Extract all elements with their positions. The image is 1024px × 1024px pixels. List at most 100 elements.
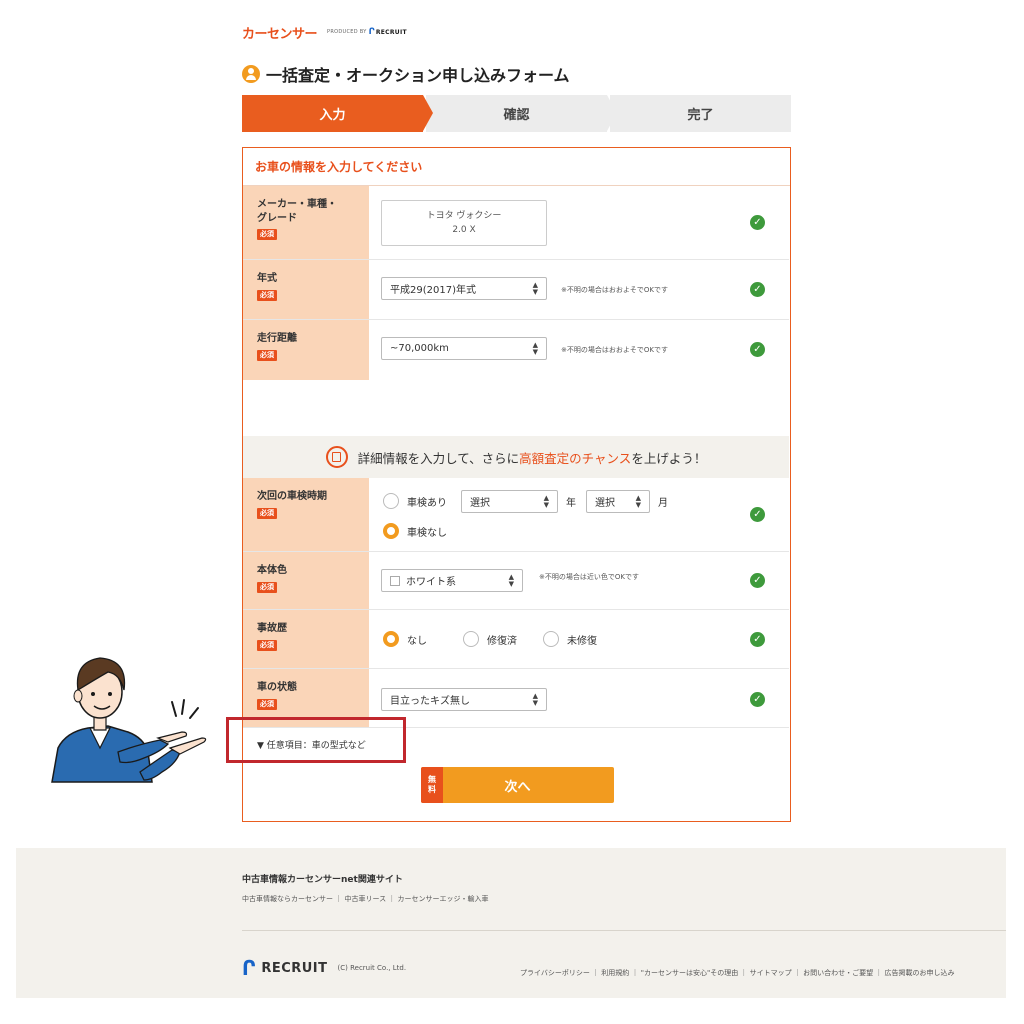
free-badge-line2: 料	[428, 785, 436, 794]
inspection-month-select[interactable]: 選択 ▲ ▼	[586, 490, 650, 513]
page-title-row: 一括査定・オークション申し込みフォーム	[242, 62, 570, 86]
accident-label: 事故歴 必須	[243, 610, 369, 668]
row-accident: 事故歴 必須 なし 修復済 未修復 ✓	[243, 610, 789, 669]
produced-by: PRODUCED BY Ր RECRUIT	[327, 27, 407, 37]
highlight-annotation-box	[226, 717, 406, 763]
check-icon: ✓	[750, 507, 765, 522]
row-color: 本体色 必須 ホワイト系 ▲ ▼ ※不明の場合は近い色でOKです ✓	[243, 552, 789, 610]
maker-label-line1: メーカー・車種・	[257, 199, 337, 210]
inspection-yes-radio[interactable]: 車検あり	[383, 493, 447, 509]
inspection-year-select[interactable]: 選択 ▲ ▼	[461, 490, 558, 513]
required-badge: 必須	[257, 349, 277, 361]
step-input-label: 入力	[319, 108, 346, 123]
detail-banner-highlight: 高額査定のチャンス	[519, 450, 632, 466]
accident-none-label: なし	[407, 635, 427, 647]
recruit-mini-text: RECRUIT	[375, 28, 407, 36]
maker-content: トヨタ ヴォクシー 2.0 X ✓	[369, 186, 789, 259]
mileage-label-text: 走行距離	[257, 333, 297, 344]
free-badge: 無 料	[421, 767, 443, 803]
mileage-select[interactable]: ~70,000km ▲ ▼	[381, 337, 547, 360]
chevron-down-icon: ▲ ▼	[532, 281, 538, 296]
year-content: 平成29(2017)年式 ▲ ▼ ※不明の場合はおおよそでOKです ✓	[369, 260, 789, 319]
condition-select-value: 目立ったキズ無し	[390, 696, 470, 707]
required-badge: 必須	[257, 507, 277, 519]
check-icon: ✓	[750, 215, 765, 230]
inspection-label: 次回の車検時期 必須	[243, 478, 369, 551]
page-title: 一括査定・オークション申し込みフォーム	[266, 66, 570, 85]
year-select[interactable]: 平成29(2017)年式 ▲ ▼	[381, 277, 547, 300]
required-badge: 必須	[257, 581, 277, 593]
radio-circle	[383, 631, 399, 647]
pointing-man-illustration	[51, 657, 207, 783]
required-badge: 必須	[257, 289, 277, 301]
condition-content: 目立ったキズ無し ▲ ▼ ✓	[369, 669, 789, 727]
footer-nav-links[interactable]: プライバシーポリシー ｜ 利用規約 ｜ "カーセンサーは安心"その理由 ｜ サイ…	[520, 968, 955, 978]
recruit-mini-logo: Ր RECRUIT	[369, 27, 407, 37]
color-content: ホワイト系 ▲ ▼ ※不明の場合は近い色でOKです ✓	[369, 552, 789, 609]
maker-value-line1: トヨタ ヴォクシー	[426, 210, 502, 221]
header-logo[interactable]: カーセンサー PRODUCED BY Ր RECRUIT	[242, 23, 407, 42]
accident-repaired-radio[interactable]: 修復済	[463, 631, 517, 647]
radio-circle	[463, 631, 479, 647]
detail-banner-text: 詳細情報を入力して、さらに高額査定のチャンスを上げよう！	[358, 448, 707, 467]
chevron-down-icon: ▲ ▼	[508, 573, 514, 588]
detail-banner-prefix: 詳細情報を入力して、さらに	[357, 450, 520, 466]
section-spacer	[243, 380, 789, 436]
accident-none-radio[interactable]: なし	[383, 631, 427, 647]
step-confirm-label: 確認	[503, 108, 530, 123]
radio-circle	[383, 493, 399, 509]
year-note: ※不明の場合はおおよそでOKです	[561, 286, 668, 294]
row-maker: メーカー・車種・ グレード 必須 トヨタ ヴォクシー 2.0 X ✓	[243, 186, 789, 260]
condition-select[interactable]: 目立ったキズ無し ▲ ▼	[381, 688, 547, 711]
footer-related-links[interactable]: 中古車情報ならカーセンサー ｜ 中古車リース ｜ カーセンサーエッジ・輸入車	[242, 894, 489, 904]
chevron-down-icon: ▲ ▼	[543, 494, 549, 509]
inspection-label-text: 次回の車検時期	[257, 491, 327, 502]
maker-value-box[interactable]: トヨタ ヴォクシー 2.0 X	[381, 200, 547, 246]
required-badge: 必須	[257, 229, 277, 241]
inspection-month-unit: 月	[658, 498, 668, 509]
accident-unrepaired-radio[interactable]: 未修復	[543, 631, 597, 647]
recruit-logo-icon: Ր	[242, 956, 256, 980]
mileage-note: ※不明の場合はおおよそでOKです	[561, 346, 668, 354]
accident-unrepaired-label: 未修復	[567, 635, 597, 647]
step-complete: 完了	[607, 95, 791, 132]
carsensor-logo[interactable]: カーセンサー	[242, 23, 318, 42]
color-label-text: 本体色	[257, 565, 287, 576]
color-label: 本体色 必須	[243, 552, 369, 609]
free-badge-line1: 無	[428, 775, 436, 785]
next-button[interactable]: 無 料 次へ	[421, 767, 614, 803]
recruit-brand: RECRUIT	[261, 960, 328, 976]
year-select-value: 平成29(2017)年式	[390, 285, 476, 296]
mileage-label: 走行距離 必須	[243, 320, 369, 380]
chevron-down-icon: ▲ ▼	[635, 494, 641, 509]
footer-divider	[242, 930, 1006, 931]
step-arrow	[607, 95, 617, 131]
check-icon: ✓	[750, 573, 765, 588]
color-select[interactable]: ホワイト系 ▲ ▼	[381, 569, 523, 592]
document-icon	[325, 446, 348, 468]
check-icon: ✓	[750, 632, 765, 647]
accident-label-text: 事故歴	[257, 623, 287, 634]
step-confirm: 確認	[423, 95, 617, 132]
produced-by-text: PRODUCED BY	[327, 29, 367, 35]
recruit-logo-icon: Ր	[368, 27, 375, 37]
footer-recruit-logo[interactable]: Ր RECRUIT (C) Recruit Co., Ltd.	[242, 958, 406, 978]
condition-label-text: 車の状態	[257, 682, 297, 693]
mileage-select-value: ~70,000km	[390, 343, 449, 354]
form-heading: お車の情報を入力してください	[243, 148, 790, 186]
check-icon: ✓	[750, 692, 765, 707]
color-select-value: ホワイト系	[406, 577, 456, 588]
row-mileage: 走行距離 必須 ~70,000km ▲ ▼ ※不明の場合はおおよそでOKです ✓	[243, 320, 789, 380]
year-label-text: 年式	[257, 273, 277, 284]
detail-banner-suffix: を上げよう！	[631, 450, 707, 466]
radio-circle	[543, 631, 559, 647]
color-note: ※不明の場合は近い色でOKです	[539, 573, 639, 581]
inspection-no-radio[interactable]: 車検なし	[383, 523, 447, 539]
progress-steps: 入力 確認 完了	[242, 95, 791, 132]
next-button-label: 次へ	[504, 779, 531, 795]
step-input: 入力	[242, 95, 433, 132]
radio-circle	[383, 523, 399, 539]
row-inspection: 次回の車検時期 必須 車検あり 選択 ▲ ▼ 年 選択 ▲ ▼ 月 車検なし ✓	[243, 478, 789, 552]
accident-content: なし 修復済 未修復 ✓	[369, 610, 789, 668]
maker-value-line2: 2.0 X	[452, 225, 476, 235]
